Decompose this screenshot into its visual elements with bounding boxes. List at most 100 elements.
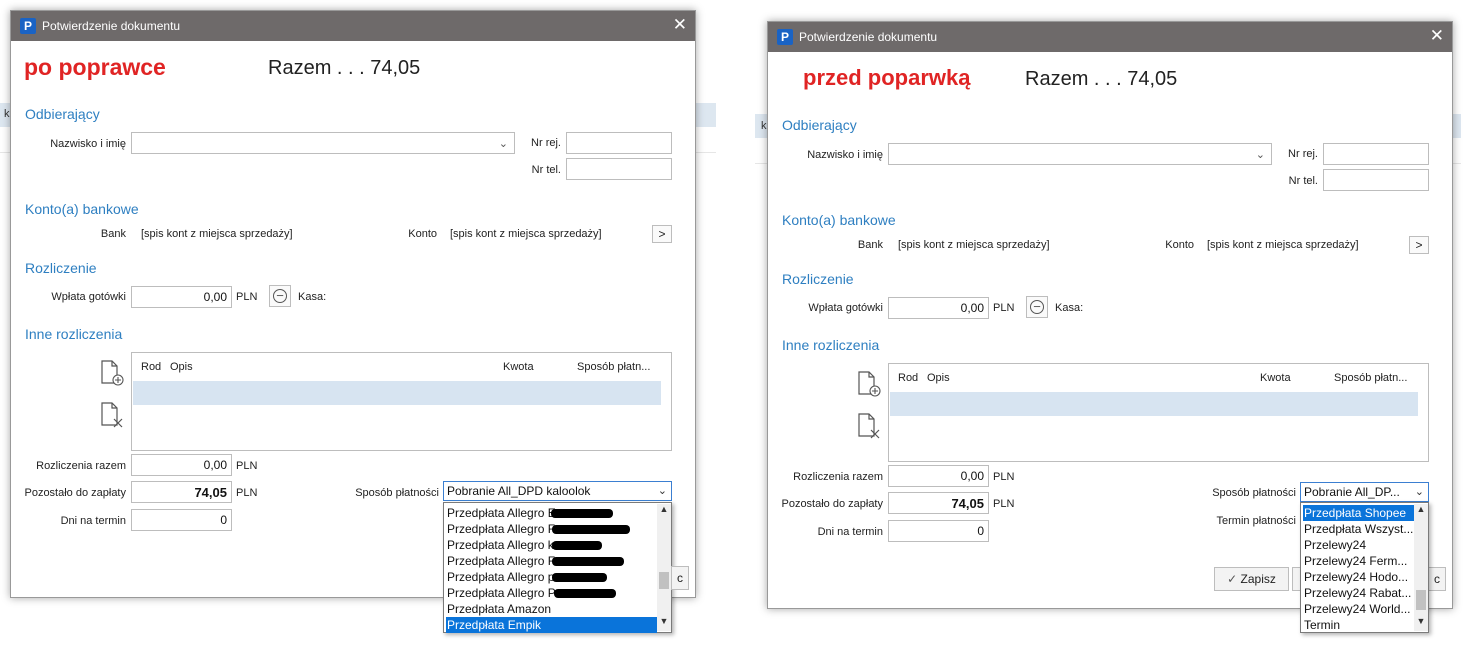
dropdown-option[interactable]: Przelewy24 Rabat... — [1303, 585, 1414, 601]
dropdown-option[interactable]: Przelewy24 — [1303, 537, 1414, 553]
section-other-settlements: Inne rozliczenia — [25, 326, 123, 342]
section-bank-accounts: Konto(a) bankowe — [782, 212, 896, 228]
cash-payment-input[interactable]: 0,00 — [131, 286, 232, 308]
remove-document-icon[interactable] — [99, 401, 125, 429]
dropdown-option[interactable]: Przelewy24 World... — [1303, 601, 1414, 617]
add-document-icon[interactable] — [856, 370, 882, 398]
payment-method-dropdown-list[interactable]: Przedpłata Allegro E Przedpłata Allegro … — [443, 502, 672, 633]
title-bar: P Potwierdzenie dokumentu ✕ — [11, 11, 695, 41]
tel-label: Nr tel. — [1288, 175, 1318, 187]
payment-method-dropdown-list[interactable]: Przedpłata Shopee Przedpłata Wszyst... P… — [1300, 502, 1429, 633]
section-settlement: Rozliczenie — [782, 271, 854, 287]
column-payment-method[interactable]: Sposób płatn... — [1334, 372, 1407, 384]
reg-number-input[interactable] — [566, 132, 672, 154]
remaining-value: 74,05 — [888, 492, 989, 514]
column-opis[interactable]: Opis — [170, 361, 193, 373]
save-button[interactable]: ✓ Zapisz — [1214, 567, 1289, 591]
close-icon[interactable]: ✕ — [1430, 26, 1444, 46]
scroll-down-icon[interactable]: ▼ — [1414, 616, 1428, 626]
chevron-down-icon[interactable]: ⌄ — [499, 137, 508, 150]
dropdown-option[interactable]: Przedpłata Wszyst... — [1303, 521, 1414, 537]
confirm-document-dialog-after-fix: P Potwierdzenie dokumentu ✕ po poprawce … — [10, 10, 696, 633]
annotation-label: po poprawce — [24, 54, 166, 80]
other-settlements-table[interactable]: Rod Opis Kwota Sposób płatn... — [888, 363, 1429, 462]
partial-button[interactable]: c — [671, 566, 689, 590]
payment-method-value: Pobranie All_DP... — [1304, 485, 1400, 499]
account-more-button[interactable]: > — [652, 225, 672, 243]
dropdown-option-selected[interactable]: Przedpłata Shopee — [1303, 505, 1414, 521]
settlements-total-label: Rozliczenia razem — [793, 471, 883, 483]
scroll-up-icon[interactable]: ▲ — [1414, 504, 1428, 514]
dropdown-option[interactable]: Przedpłata Amazon — [446, 601, 657, 617]
confirm-document-dialog-before-fix: P Potwierdzenie dokumentu ✕ przed poparw… — [767, 21, 1453, 633]
column-rod[interactable]: Rod — [141, 361, 161, 373]
name-combobox[interactable]: ⌄ — [131, 132, 515, 154]
chevron-down-icon[interactable]: ⌄ — [1256, 148, 1265, 161]
partial-button[interactable]: c — [1428, 567, 1446, 591]
section-recipient: Odbierający — [782, 117, 857, 133]
redaction-mark — [552, 525, 630, 534]
tel-number-input[interactable] — [566, 158, 672, 180]
currency-label: PLN — [236, 460, 258, 472]
table-row[interactable] — [890, 392, 1418, 416]
table-row[interactable] — [133, 381, 661, 405]
remove-cash-button[interactable]: − — [1026, 296, 1048, 318]
payment-method-select[interactable]: Pobranie All_DP... ⌄ — [1300, 482, 1429, 502]
remove-cash-button[interactable]: − — [269, 285, 291, 307]
section-settlement: Rozliczenie — [25, 260, 97, 276]
scroll-up-icon[interactable]: ▲ — [657, 504, 671, 514]
add-document-icon[interactable] — [99, 359, 125, 387]
redaction-mark — [554, 589, 616, 598]
account-more-button[interactable]: > — [1409, 236, 1429, 254]
dropdown-option[interactable]: Termin — [1303, 617, 1414, 633]
account-label: Konto — [408, 228, 437, 240]
tel-label: Nr tel. — [531, 164, 561, 176]
days-label: Dni na termin — [60, 515, 126, 527]
window-title: Potwierdzenie dokumentu — [42, 19, 181, 33]
days-input[interactable]: 0 — [131, 509, 232, 531]
scroll-down-icon[interactable]: ▼ — [657, 616, 671, 626]
currency-label: PLN — [993, 471, 1015, 483]
redaction-mark — [552, 573, 607, 582]
column-kwota[interactable]: Kwota — [1260, 372, 1291, 384]
payment-term-label: Termin płatności — [1216, 515, 1296, 527]
name-combobox[interactable]: ⌄ — [888, 143, 1272, 165]
column-payment-method[interactable]: Sposób płatn... — [577, 361, 650, 373]
name-label: Nazwisko i imię — [50, 138, 126, 150]
dropdown-option[interactable]: Przelewy24 Hodo... — [1303, 569, 1414, 585]
days-input[interactable]: 0 — [888, 520, 989, 542]
other-settlements-table[interactable]: Rod Opis Kwota Sposób płatn... — [131, 352, 672, 451]
background-text: k — [4, 108, 10, 120]
reg-number-input[interactable] — [1323, 143, 1429, 165]
dropdown-scrollbar[interactable]: ▲ ▼ — [657, 504, 671, 631]
app-logo-icon: P — [777, 29, 793, 45]
redaction-mark — [552, 541, 602, 550]
payment-method-select[interactable]: Pobranie All_DPD kaloolok ⌄ — [443, 481, 672, 501]
column-opis[interactable]: Opis — [927, 372, 950, 384]
minus-circle-icon: − — [1030, 300, 1044, 314]
reg-label: Nr rej. — [531, 137, 561, 149]
chevron-down-icon[interactable]: ⌄ — [658, 484, 667, 497]
till-label: Kasa: — [298, 291, 327, 303]
currency-label: PLN — [993, 498, 1015, 510]
column-kwota[interactable]: Kwota — [503, 361, 534, 373]
bank-label: Bank — [857, 239, 883, 251]
redaction-mark — [551, 509, 613, 518]
account-label: Konto — [1165, 239, 1194, 251]
column-rod[interactable]: Rod — [898, 372, 918, 384]
close-icon[interactable]: ✕ — [673, 15, 687, 35]
dropdown-option[interactable]: Przedpłata Allegro P — [446, 585, 657, 601]
dropdown-option[interactable]: Przelewy24 Ferm... — [1303, 553, 1414, 569]
bank-label: Bank — [100, 228, 126, 240]
scrollbar-thumb[interactable] — [1416, 590, 1426, 610]
scrollbar-thumb[interactable] — [659, 572, 669, 589]
window-title: Potwierdzenie dokumentu — [799, 30, 938, 44]
dialog-content: przed poparwką Razem . . . 74,05 Odbiera… — [768, 52, 1452, 633]
dropdown-scrollbar[interactable]: ▲ ▼ — [1414, 504, 1428, 631]
chevron-down-icon[interactable]: ⌄ — [1415, 485, 1424, 498]
cash-payment-input[interactable]: 0,00 — [888, 297, 989, 319]
remove-document-icon[interactable] — [856, 412, 882, 440]
check-icon: ✓ — [1227, 572, 1238, 586]
dropdown-option-selected[interactable]: Przedpłata Empik — [446, 617, 657, 633]
tel-number-input[interactable] — [1323, 169, 1429, 191]
